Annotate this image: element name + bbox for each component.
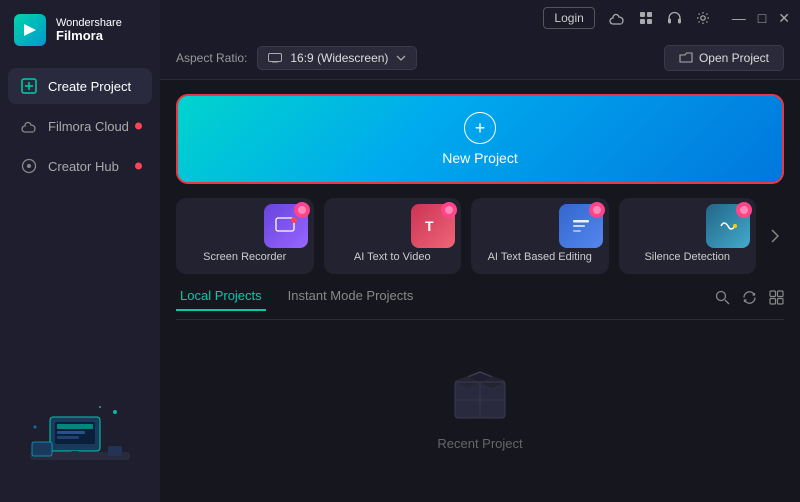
sidebar-item-label: Filmora Cloud [48,119,129,134]
app-logo: Wondershare Filmora [0,0,160,60]
sidebar-item-label: Creator Hub [48,159,119,174]
new-project-label: New Project [442,150,517,166]
sidebar: Wondershare Filmora Create Project Fi [0,0,160,502]
folder-icon [679,52,693,64]
sidebar-item-create-project[interactable]: Create Project [8,68,152,104]
feature-card-label: Screen Recorder [199,250,290,264]
aspect-ratio-select[interactable]: 16:9 (Widescreen) [257,46,417,70]
feature-card-screen-recorder[interactable]: Screen Recorder [176,198,314,274]
feature-card-label: Silence Detection [640,250,734,264]
feature-card-label: AI Text Based Editing [484,250,596,264]
badge-icon [589,202,605,218]
notification-dot [135,163,142,170]
feature-cards-next-button[interactable] [766,198,784,274]
titlebar: Login — □ ✕ [160,0,800,36]
close-button[interactable]: ✕ [778,10,790,27]
logo-text: Wondershare Filmora [56,17,122,43]
notification-dot [135,123,142,130]
badge-icon [294,202,310,218]
tab-instant-mode[interactable]: Instant Mode Projects [284,288,418,311]
headphone-icon[interactable] [667,11,682,25]
feature-cards-row: Screen Recorder T AI Text to Video AI Te… [176,198,784,274]
minimize-button[interactable]: — [732,10,746,27]
creator-hub-icon [20,157,38,175]
window-controls: — □ ✕ [732,10,790,27]
aspect-ratio-label: Aspect Ratio: [176,51,247,65]
settings-icon[interactable] [696,11,710,25]
maximize-button[interactable]: □ [758,10,766,27]
cloud-nav-icon [20,117,38,135]
sidebar-item-filmora-cloud[interactable]: Filmora Cloud [8,108,152,144]
tab-local-projects[interactable]: Local Projects [176,288,266,311]
projects-tabs: Local Projects Instant Mode Projects [176,288,784,320]
content-area: + New Project Screen Recorder T AI Text … [160,80,800,502]
sidebar-item-creator-hub[interactable]: Creator Hub [8,148,152,184]
empty-box-icon [440,354,520,424]
badge-icon [441,202,457,218]
feature-card-label: AI Text to Video [350,250,435,264]
refresh-icon[interactable] [742,290,757,309]
badge-icon [736,202,752,218]
projects-section: Local Projects Instant Mode Projects [176,288,784,490]
plus-icon: + [464,112,496,144]
new-project-inner: + New Project [442,112,517,166]
create-project-icon [20,77,38,95]
layout-grid-icon[interactable] [769,290,784,309]
empty-state: Recent Project [176,334,784,490]
logo-icon [14,14,46,46]
brand-bottom: Filmora [56,29,122,43]
feature-card-silence-detection[interactable]: Silence Detection [619,198,757,274]
search-icon[interactable] [715,290,730,309]
feature-card-ai-text-to-video[interactable]: T AI Text to Video [324,198,462,274]
empty-label: Recent Project [437,436,522,451]
svg-text:T: T [425,218,434,234]
tab-actions [715,290,784,309]
aspect-value: 16:9 (Widescreen) [290,51,388,65]
main-content: Login — □ ✕ Aspect Ratio: 16:9 (Widescre… [160,0,800,502]
open-project-button[interactable]: Open Project [664,45,784,71]
sidebar-illustration [0,382,160,502]
feature-card-ai-text-editing[interactable]: AI Text Based Editing [471,198,609,274]
monitor-icon [268,53,282,63]
grid-icon[interactable] [639,11,653,25]
new-project-banner[interactable]: + New Project [176,94,784,184]
toolbar: Aspect Ratio: 16:9 (Widescreen) Open Pro… [160,36,800,80]
open-project-label: Open Project [699,51,769,65]
sidebar-item-label: Create Project [48,79,131,94]
login-button[interactable]: Login [543,7,594,29]
chevron-down-icon [396,55,406,61]
sidebar-nav: Create Project Filmora Cloud Creator Hub [0,60,160,192]
cloud-icon[interactable] [609,11,625,25]
